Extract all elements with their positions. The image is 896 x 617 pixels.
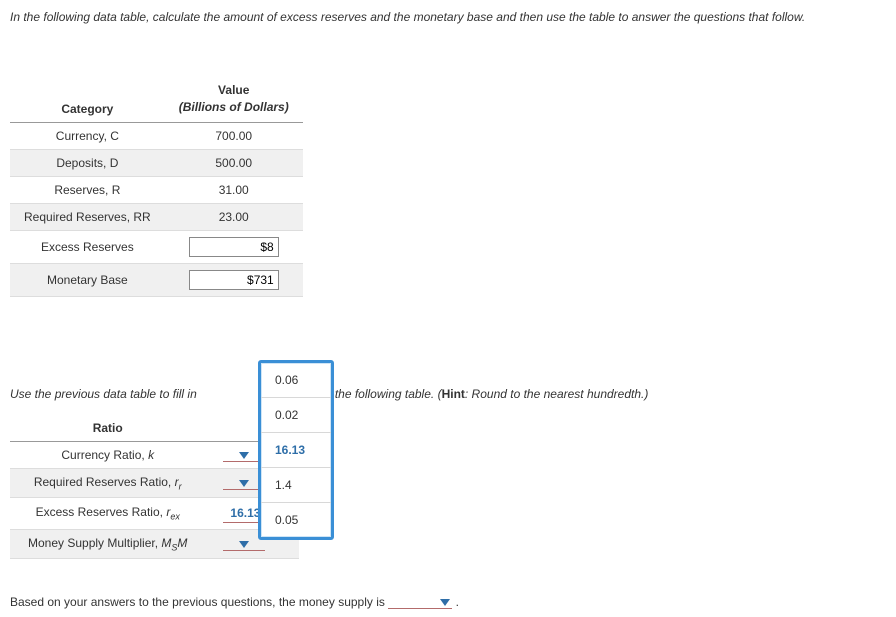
money-supply-dropdown[interactable] — [388, 599, 452, 609]
excess-reserves-cell — [165, 230, 303, 263]
final-text: Based on your answers to the previous qu… — [10, 595, 385, 609]
dropdown-selected-value: 16.13 — [230, 506, 260, 520]
monetary-base-cell — [165, 263, 303, 296]
money-multiplier-dropdown[interactable] — [223, 539, 265, 551]
row-label: Deposits, D — [10, 149, 165, 176]
table-row: Currency, C 700.00 — [10, 122, 303, 149]
table-row: Reserves, R 31.00 — [10, 176, 303, 203]
monetary-base-input[interactable] — [189, 270, 279, 290]
values-table: Category Value (Billions of Dollars) Cur… — [10, 76, 303, 297]
mid-hint: Hint — [442, 387, 465, 401]
excess-reserves-input[interactable] — [189, 237, 279, 257]
row-value: 31.00 — [165, 176, 303, 203]
row-label-excess: Excess Reserves — [10, 230, 165, 263]
mid-a: Use the previous data table to fill in — [10, 387, 197, 401]
chevron-down-icon — [239, 541, 249, 548]
value-header-sub: (Billions of Dollars) — [179, 99, 289, 116]
table-row: Money Supply Multiplier, MSM — [10, 529, 299, 558]
row-label: Required Reserves, RR — [10, 203, 165, 230]
row-value: 500.00 — [165, 149, 303, 176]
ratio-table: Ratio Currency Ratio, k Required Reserve… — [10, 415, 299, 560]
ratio-header: Ratio — [10, 415, 205, 442]
dropdown-option[interactable]: 1.4 — [261, 468, 331, 503]
final-question: Based on your answers to the previous qu… — [10, 595, 886, 609]
ratio-label-k: Currency Ratio, k — [10, 441, 205, 468]
row-label-mbase: Monetary Base — [10, 263, 165, 296]
table-row: Excess Reserves — [10, 230, 303, 263]
col-header-category: Category — [10, 76, 165, 122]
chevron-down-icon — [440, 599, 450, 606]
chevron-down-icon — [239, 480, 249, 487]
dropdown-panel[interactable]: 0.06 0.02 16.13 1.4 0.05 — [258, 360, 334, 540]
intro-text: In the following data table, calculate t… — [10, 8, 886, 26]
dropdown-option[interactable]: 0.06 — [261, 363, 331, 398]
row-label: Currency, C — [10, 122, 165, 149]
table-row: Excess Reserves Ratio, rex 16.13 — [10, 497, 299, 529]
col-header-value: Value (Billions of Dollars) — [165, 76, 303, 122]
ratio-label-rex: Excess Reserves Ratio, rex — [10, 497, 205, 529]
dropdown-option[interactable]: 0.02 — [261, 398, 331, 433]
chevron-down-icon — [239, 452, 249, 459]
mid-c: : Round to the nearest hundredth.) — [465, 387, 648, 401]
table-row: Currency Ratio, k — [10, 441, 299, 468]
ratio-label-msm: Money Supply Multiplier, MSM — [10, 529, 205, 558]
table-row: Deposits, D 500.00 — [10, 149, 303, 176]
mid-instruction: Use the previous data table to fill in i… — [10, 387, 886, 401]
dropdown-option[interactable]: 0.05 — [261, 503, 331, 537]
final-period: . — [456, 595, 459, 609]
table-row: Required Reserves, RR 23.00 — [10, 203, 303, 230]
row-value: 23.00 — [165, 203, 303, 230]
dropdown-option-selected[interactable]: 16.13 — [261, 433, 331, 468]
value-header-top: Value — [179, 82, 289, 99]
table-row: Required Reserves Ratio, rr — [10, 468, 299, 497]
row-label: Reserves, R — [10, 176, 165, 203]
table-row: Monetary Base — [10, 263, 303, 296]
ratio-label-rr: Required Reserves Ratio, rr — [10, 468, 205, 497]
row-value: 700.00 — [165, 122, 303, 149]
